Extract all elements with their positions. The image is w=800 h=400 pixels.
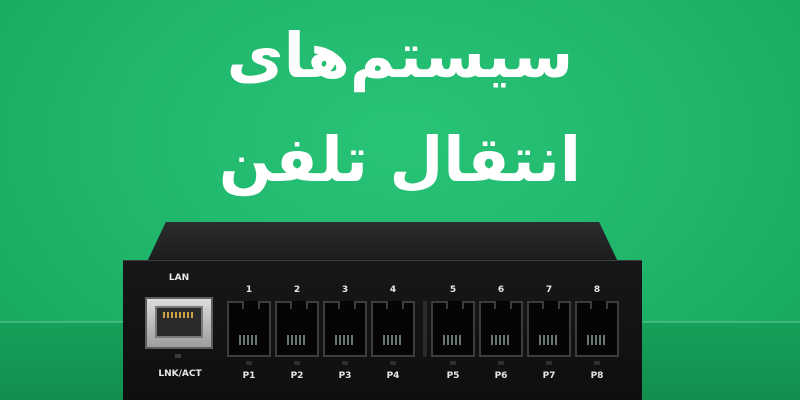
port-number: 2 (293, 285, 301, 295)
jack-contacts (539, 335, 559, 345)
lan-status-led (175, 354, 181, 358)
port-group-divider (423, 301, 427, 357)
rj11-jack (323, 301, 367, 357)
port-number: 6 (497, 285, 505, 295)
port-led (450, 361, 456, 365)
lan-port-pins (163, 312, 195, 318)
telephone-gateway-device: LAN LNK/ACT 1 P1 2 P2 3 P3 4 P4 5 P5 6 P… (123, 222, 642, 400)
port-number: 8 (593, 285, 601, 295)
rj11-jack (575, 301, 619, 357)
phone-port: 2 P2 (275, 285, 319, 385)
port-label: P6 (494, 371, 508, 381)
jack-contacts (335, 335, 355, 345)
port-led (342, 361, 348, 365)
jack-contacts (287, 335, 307, 345)
port-label: P3 (338, 371, 352, 381)
jack-contacts (239, 335, 259, 345)
banner-title-line-2: انتقال تلفن (218, 123, 582, 196)
port-led (594, 361, 600, 365)
device-front-panel: LAN LNK/ACT 1 P1 2 P2 3 P3 4 P4 5 P5 6 P… (123, 260, 642, 400)
port-led (498, 361, 504, 365)
port-label: P8 (590, 371, 604, 381)
port-label: P5 (446, 371, 460, 381)
phone-ports: 1 P1 2 P2 3 P3 4 P4 5 P5 6 P6 7 P7 8 P8 (227, 285, 619, 385)
port-label: P7 (542, 371, 556, 381)
rj11-jack (479, 301, 523, 357)
rj11-jack (227, 301, 271, 357)
lan-label: LAN (168, 273, 190, 283)
port-led (246, 361, 252, 365)
jack-contacts (587, 335, 607, 345)
phone-port: 8 P8 (575, 285, 619, 385)
lnk-act-label: LNK/ACT (158, 369, 202, 379)
jack-contacts (383, 335, 403, 345)
rj11-jack (371, 301, 415, 357)
port-label: P4 (386, 371, 400, 381)
port-label: P2 (290, 371, 304, 381)
rj11-jack (275, 301, 319, 357)
jack-contacts (443, 335, 463, 345)
port-number: 7 (545, 285, 553, 295)
jack-contacts (491, 335, 511, 345)
port-led (294, 361, 300, 365)
lan-port-socket (155, 306, 203, 338)
phone-port: 1 P1 (227, 285, 271, 385)
rj11-jack (431, 301, 475, 357)
port-number: 5 (449, 285, 457, 295)
rj11-jack (527, 301, 571, 357)
port-number: 1 (245, 285, 253, 295)
phone-port: 6 P6 (479, 285, 523, 385)
port-label: P1 (242, 371, 256, 381)
port-number: 4 (389, 285, 397, 295)
phone-port: 3 P3 (323, 285, 367, 385)
lan-port (145, 297, 213, 349)
phone-port: 5 P5 (431, 285, 475, 385)
banner-title-line-1: سیستم‌های (226, 19, 574, 92)
phone-port: 4 P4 (371, 285, 415, 385)
port-number: 3 (341, 285, 349, 295)
device-top-panel (147, 222, 618, 262)
phone-port: 7 P7 (527, 285, 571, 385)
port-led (390, 361, 396, 365)
port-led (546, 361, 552, 365)
